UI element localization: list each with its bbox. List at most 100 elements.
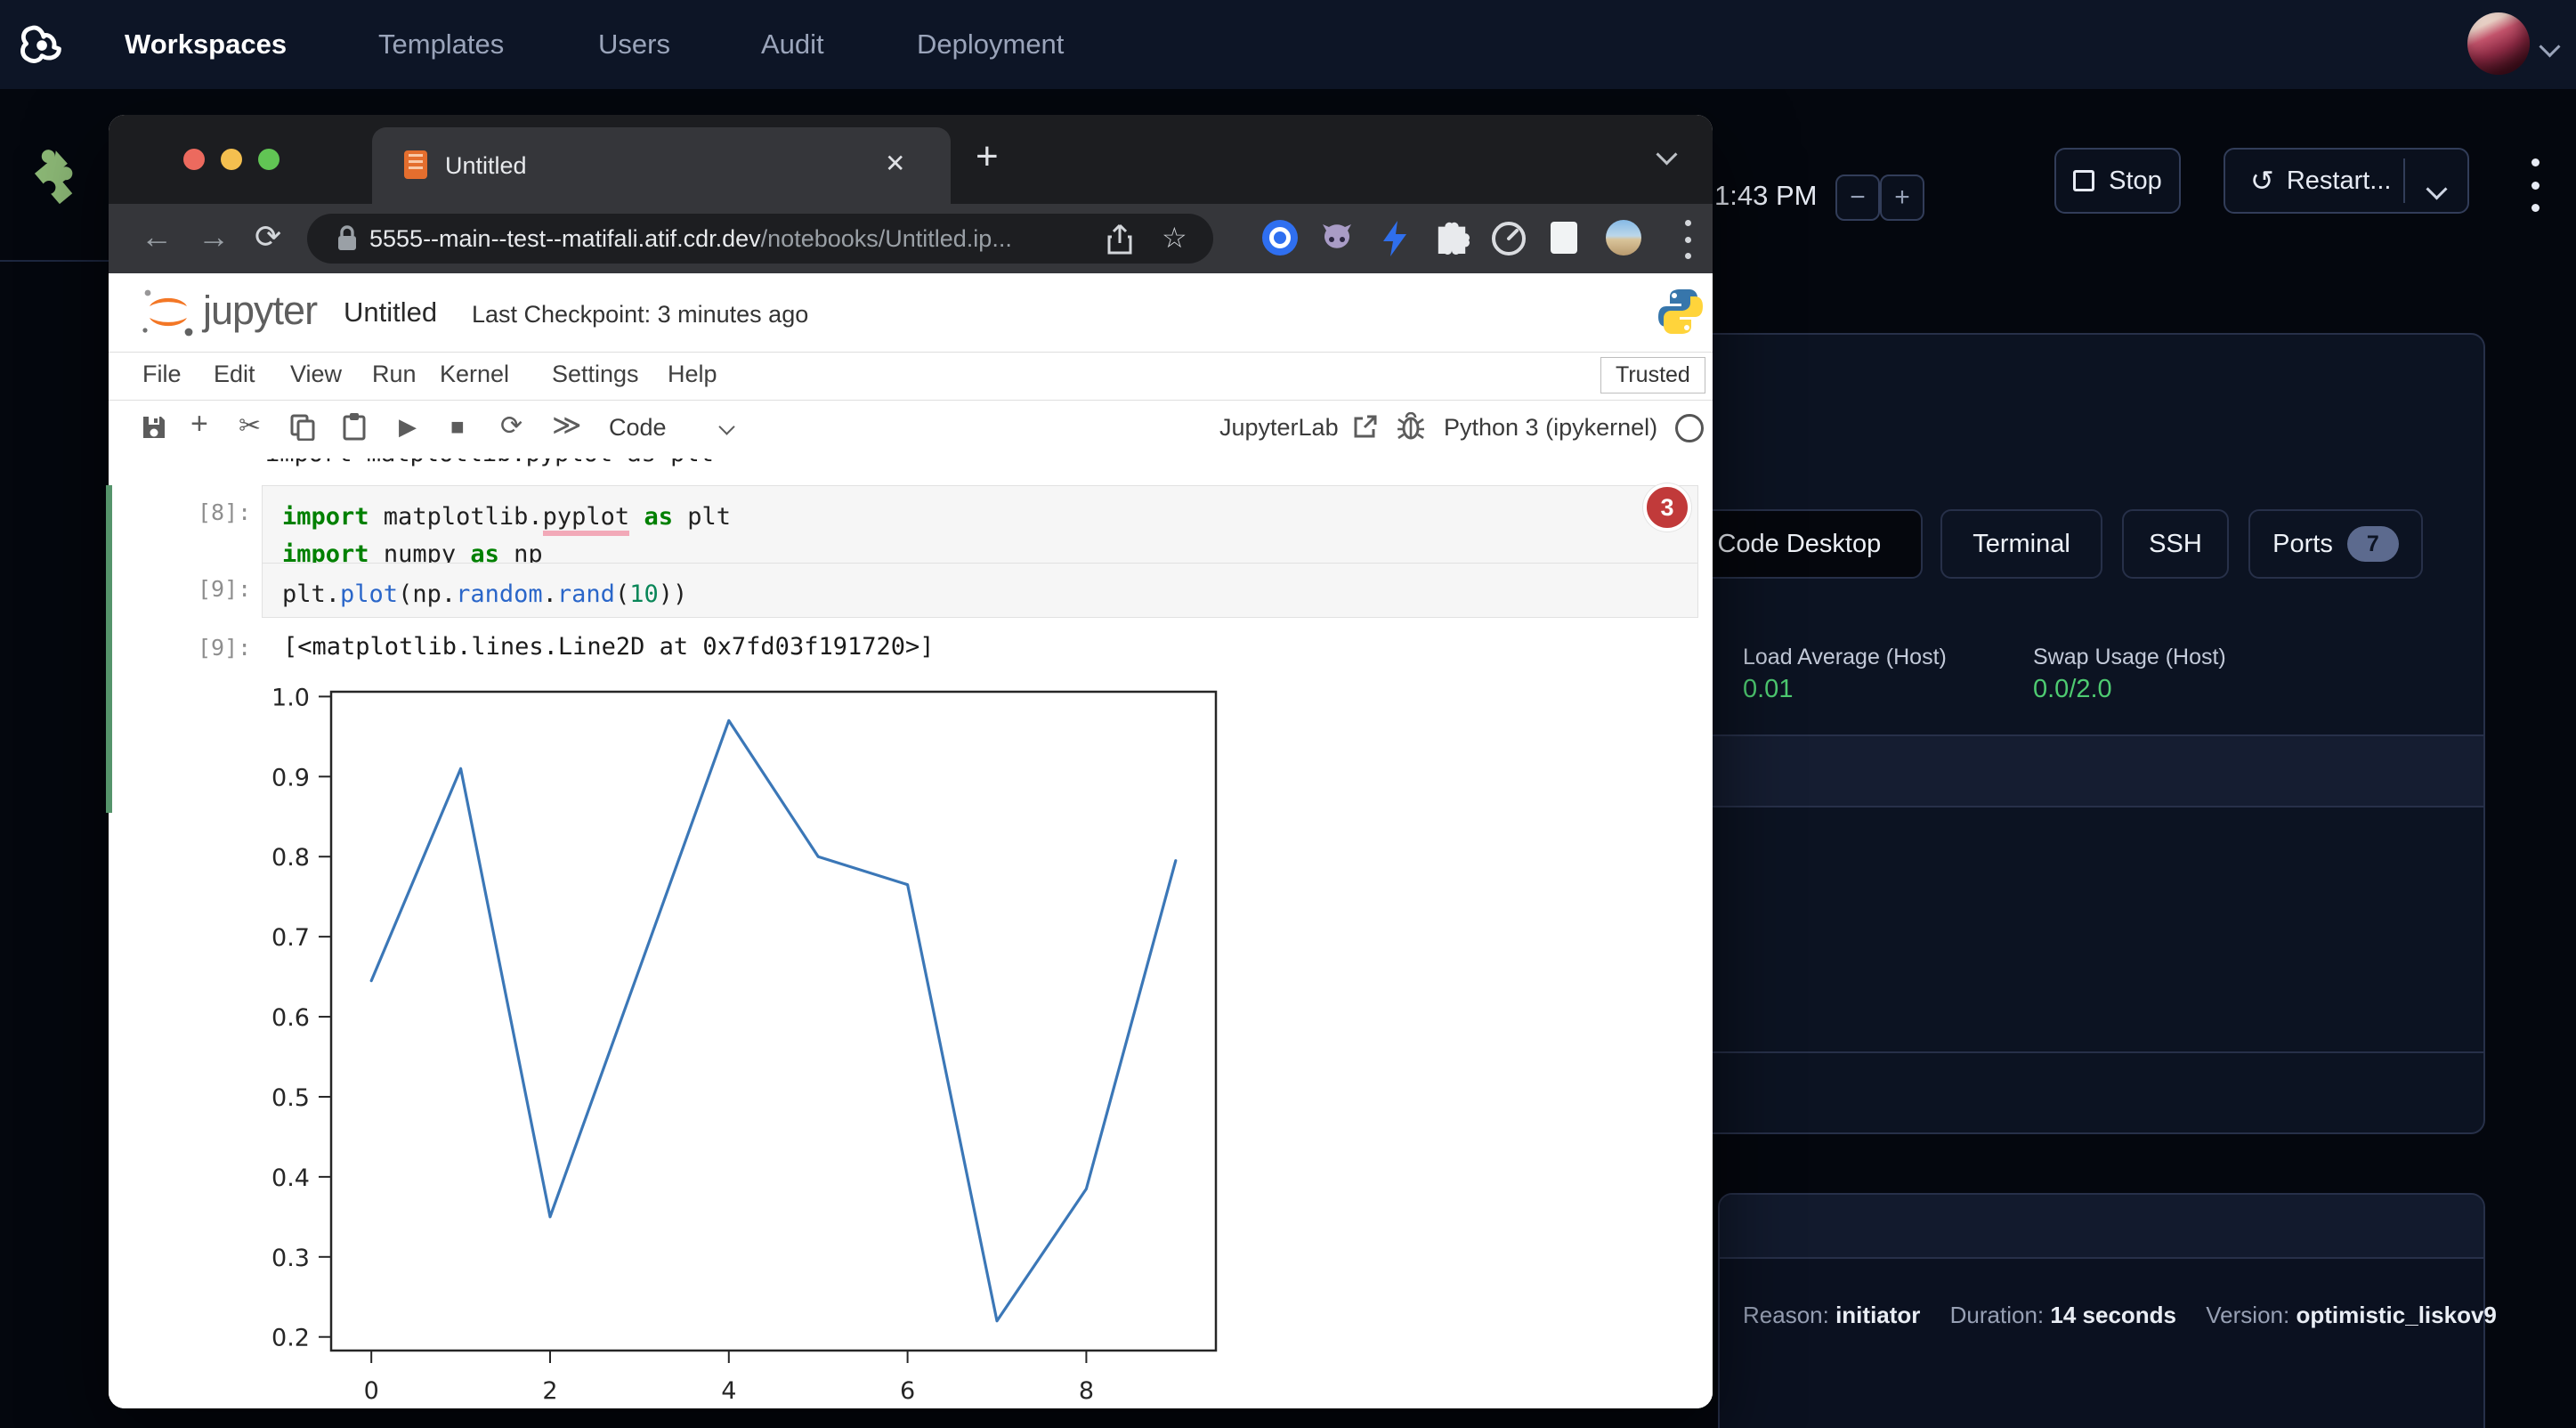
version-value[interactable]: optimistic_liskov9 xyxy=(2296,1302,2496,1328)
menu-run[interactable]: Run xyxy=(372,361,417,388)
tab-terminal[interactable]: Terminal xyxy=(1940,509,2102,579)
window-maximize-button[interactable] xyxy=(258,149,279,170)
url-text: 5555--main--test--matifali.atif.cdr.dev/… xyxy=(369,225,1012,253)
jupyter-header: jupyter Untitled Last Checkpoint: 3 minu… xyxy=(109,273,1713,353)
lock-icon xyxy=(336,223,359,255)
kernel-status-icon xyxy=(1675,414,1704,442)
reload-icon[interactable]: ⟳ xyxy=(255,218,281,256)
debugger-bug-icon[interactable] xyxy=(1397,412,1424,441)
window-minimize-button[interactable] xyxy=(221,149,242,170)
coder-logo-icon[interactable] xyxy=(16,18,71,73)
user-avatar[interactable] xyxy=(2467,12,2530,75)
workspace-menu-kebab-icon[interactable] xyxy=(2517,155,2553,215)
restart-options-chevron-icon[interactable] xyxy=(2429,174,2444,204)
run-all-icon[interactable]: ≫ xyxy=(552,408,582,442)
menu-edit[interactable]: Edit xyxy=(214,361,255,388)
extension-1password-icon[interactable] xyxy=(1262,220,1298,256)
cell-type-dropdown[interactable]: Code xyxy=(609,414,667,442)
reason-label: Reason: xyxy=(1743,1302,1829,1328)
notebook-title[interactable]: Untitled xyxy=(344,296,437,329)
stop-square-icon xyxy=(2073,170,2094,191)
tab-close-icon[interactable]: ✕ xyxy=(885,149,905,178)
jupyter-favicon xyxy=(404,150,427,179)
svg-text:0.6: 0.6 xyxy=(271,1004,310,1032)
stop-workspace-button[interactable]: Stop xyxy=(2054,148,2181,214)
svg-text:0.3: 0.3 xyxy=(271,1245,310,1272)
svg-text:0.8: 0.8 xyxy=(271,844,310,872)
svg-text:0.2: 0.2 xyxy=(271,1325,310,1352)
svg-text:8: 8 xyxy=(1079,1377,1094,1405)
nav-item-workspaces[interactable]: Workspaces xyxy=(125,28,287,61)
paste-cells-icon[interactable] xyxy=(342,412,367,441)
tab-search-chevron-icon[interactable] xyxy=(1659,147,1674,166)
browser-menu-kebab-icon[interactable] xyxy=(1682,220,1693,259)
tab-ports[interactable]: Ports 7 xyxy=(2248,509,2423,579)
menu-file[interactable]: File xyxy=(142,361,182,388)
back-icon[interactable]: ← xyxy=(141,218,173,256)
save-icon[interactable] xyxy=(141,414,167,441)
jupyter-logo-icon xyxy=(139,282,198,341)
browser-tab[interactable]: Untitled ✕ xyxy=(372,127,951,204)
top-nav-bar: Workspaces Templates Users Audit Deploym… xyxy=(0,0,2576,89)
menu-help[interactable]: Help xyxy=(668,361,717,388)
url-host: 5555--main--test--matifali.atif.cdr.dev xyxy=(369,225,761,252)
extension-github-icon[interactable] xyxy=(1319,220,1355,260)
restart-icon: ↺ xyxy=(2250,166,2274,195)
cell-prompt: [8]: xyxy=(198,499,251,525)
window-close-button[interactable] xyxy=(183,149,205,170)
nav-item-audit[interactable]: Audit xyxy=(761,28,824,61)
extension-bolt-icon[interactable] xyxy=(1380,220,1410,262)
run-cell-icon[interactable]: ▶ xyxy=(399,413,417,441)
cut-cells-icon[interactable]: ✂ xyxy=(239,410,261,442)
cell-prompt: [9]: xyxy=(198,576,251,602)
svg-text:2: 2 xyxy=(542,1377,557,1405)
cell-type-chevron-icon[interactable] xyxy=(721,421,733,437)
copy-cells-icon[interactable] xyxy=(290,414,315,441)
code-cell-9[interactable]: plt.plot(np.random.rand(10)) xyxy=(262,563,1698,618)
address-bar[interactable]: 5555--main--test--matifali.atif.cdr.dev/… xyxy=(307,214,1213,264)
output-text: [<matplotlib.lines.Line2D at 0x7fd03f191… xyxy=(283,633,935,661)
external-link-icon[interactable] xyxy=(1353,414,1378,439)
build-meta-row: Reason: initiator Duration: 14 seconds V… xyxy=(1743,1302,2497,1329)
jupyter-page: jupyter Untitled Last Checkpoint: 3 minu… xyxy=(109,273,1713,1408)
kernel-name[interactable]: Python 3 (ipykernel) xyxy=(1444,414,1657,442)
nav-item-deployment[interactable]: Deployment xyxy=(917,28,1064,61)
browser-toolbar: ← → ⟳ 5555--main--test--matifali.atif.cd… xyxy=(109,204,1713,273)
interrupt-kernel-icon[interactable]: ■ xyxy=(450,413,465,441)
jupyter-wordmark[interactable]: jupyter xyxy=(203,288,317,334)
extension-sidebar-icon[interactable] xyxy=(1551,220,1577,254)
nav-item-templates[interactable]: Templates xyxy=(378,28,504,61)
svg-text:0.9: 0.9 xyxy=(271,764,310,791)
clipped-code-text: import matplotlib.pyplot as plt xyxy=(265,458,1066,470)
menu-settings[interactable]: Settings xyxy=(552,361,639,388)
restart-workspace-button[interactable]: ↺ Restart... xyxy=(2224,148,2469,214)
new-tab-button[interactable]: + xyxy=(976,134,999,179)
extension-gauge-icon[interactable] xyxy=(1490,220,1527,262)
chevron-down-icon[interactable] xyxy=(2542,39,2557,59)
load-average-value: 0.01 xyxy=(1743,675,1793,704)
puzzle-piece-icon[interactable] xyxy=(23,142,94,214)
swap-usage-label: Swap Usage (Host) xyxy=(2033,645,2226,670)
extensions-puzzle-icon[interactable] xyxy=(1435,220,1470,260)
share-icon[interactable] xyxy=(1106,223,1133,256)
restart-kernel-icon[interactable]: ⟳ xyxy=(500,410,522,442)
duration-value: 14 seconds xyxy=(2050,1302,2176,1328)
notification-badge[interactable]: 3 xyxy=(1643,483,1691,531)
insert-cell-icon[interactable]: + xyxy=(190,407,208,442)
menu-kernel[interactable]: Kernel xyxy=(440,361,509,388)
zoom-out-button[interactable]: − xyxy=(1835,174,1880,221)
output-prompt: [9]: xyxy=(198,635,251,661)
trusted-button[interactable]: Trusted xyxy=(1600,357,1705,394)
forward-icon[interactable]: → xyxy=(198,218,230,256)
nav-item-users[interactable]: Users xyxy=(598,28,670,61)
tab-ssh[interactable]: SSH xyxy=(2122,509,2229,579)
url-path: /notebooks/Untitled.ip... xyxy=(761,225,1012,252)
browser-profile-avatar[interactable] xyxy=(1606,220,1641,256)
selected-cell-indicator xyxy=(106,485,112,813)
jupyterlab-link[interactable]: JupyterLab xyxy=(1219,414,1339,442)
python-logo-icon xyxy=(1656,286,1705,337)
menu-view[interactable]: View xyxy=(290,361,342,388)
bookmark-star-icon[interactable]: ☆ xyxy=(1162,221,1187,255)
zoom-in-button[interactable]: + xyxy=(1880,174,1924,221)
swap-usage-value: 0.0/2.0 xyxy=(2033,675,2112,704)
